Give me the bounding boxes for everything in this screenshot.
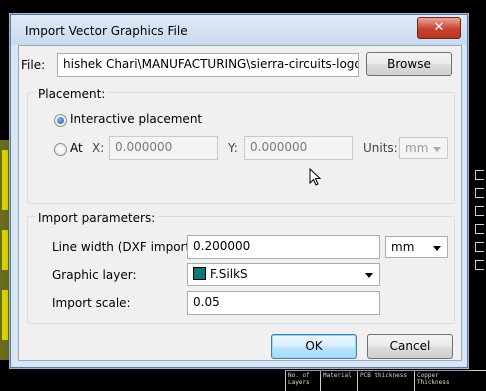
table-cell: PCB thickness: [357, 371, 414, 391]
line-width-input[interactable]: 0.200000: [187, 235, 380, 259]
at-position-label[interactable]: At: [70, 141, 83, 155]
x-position-input[interactable]: 0.000000: [109, 136, 218, 160]
ok-button[interactable]: OK: [271, 334, 357, 359]
browse-button[interactable]: Browse: [366, 52, 452, 76]
graphic-layer-value: F.SilkS: [210, 267, 248, 281]
units-label: Units:: [363, 141, 398, 155]
chevron-down-icon: [433, 147, 441, 152]
dialog-titlebar[interactable]: Import Vector Graphics File ✕: [11, 15, 467, 45]
table-cell: Material: [320, 371, 357, 391]
mouse-pointer-icon: [309, 168, 322, 186]
units-value: mm: [405, 141, 429, 155]
layer-color-swatch: [193, 267, 206, 280]
chevron-down-icon: [365, 273, 373, 278]
graphic-layer-label: Graphic layer:: [52, 268, 137, 282]
table-cell: No. of Layers: [285, 371, 320, 391]
close-button[interactable]: ✕: [417, 17, 461, 39]
line-width-units-value: mm: [391, 240, 415, 254]
import-scale-label: Import scale:: [52, 296, 131, 310]
graphic-layer-select[interactable]: F.SilkS: [187, 263, 380, 286]
table-cell: Copper Thickness: [414, 371, 469, 391]
at-position-radio[interactable]: [54, 143, 67, 156]
interactive-placement-label[interactable]: Interactive placement: [70, 112, 202, 126]
import-scale-input[interactable]: 0.05: [187, 291, 380, 315]
pcb-layer-markers: [470, 170, 486, 290]
placement-group-label: Placement:: [35, 87, 109, 101]
dialog-title: Import Vector Graphics File: [25, 24, 188, 38]
line-width-label: Line width (DXF import):: [52, 240, 199, 254]
close-icon: ✕: [433, 20, 445, 35]
y-position-input[interactable]: 0.000000: [244, 136, 353, 160]
file-label: File:: [21, 58, 46, 72]
y-label: Y:: [228, 141, 238, 155]
import-vector-graphics-dialog: Import Vector Graphics File ✕ File: hish…: [10, 14, 468, 368]
x-label: X:: [92, 141, 105, 155]
interactive-placement-radio[interactable]: [54, 114, 67, 127]
pcb-stackup-table: No. of Layers Material PCB thickness Cop…: [285, 370, 486, 391]
import-parameters-group-label: Import parameters:: [35, 211, 159, 225]
chevron-down-icon: [433, 246, 441, 251]
dialog-body: File: hishek Chari\MANUFACTURING\sierra-…: [18, 45, 462, 361]
file-path-input[interactable]: hishek Chari\MANUFACTURING\sierra-circui…: [57, 53, 359, 77]
units-select[interactable]: mm: [399, 137, 448, 159]
line-width-units-select[interactable]: mm: [385, 236, 448, 258]
cancel-button[interactable]: Cancel: [367, 334, 453, 359]
